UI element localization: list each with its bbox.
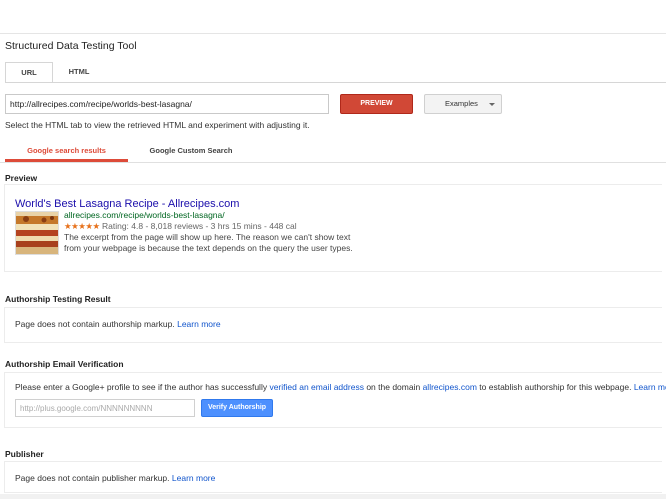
authorship-testing-heading: Authorship Testing Result (5, 294, 111, 304)
authorship-testing-message: Page does not contain authorship markup.… (15, 319, 221, 329)
verified-email-link[interactable]: verified an email address (269, 382, 364, 392)
result-title-link[interactable]: World's Best Lasagna Recipe - Allrecipes… (15, 198, 239, 210)
email-desc-before: Please enter a Google+ profile to see if… (15, 382, 268, 392)
page-title: Structured Data Testing Tool (5, 40, 137, 52)
email-desc-middle: on the domain (366, 382, 421, 392)
authorship-email-description: Please enter a Google+ profile to see if… (15, 382, 666, 392)
email-desc-after: to establish authorship for this webpage… (479, 382, 632, 392)
result-snippet: The excerpt from the page will show up h… (64, 232, 353, 253)
authorship-learn-more-link[interactable]: Learn more (177, 319, 220, 329)
top-divider (0, 33, 666, 34)
domain-link[interactable]: allrecipes.com (423, 382, 477, 392)
verify-authorship-button[interactable]: Verify Authorship (201, 399, 273, 417)
publisher-heading: Publisher (5, 449, 44, 459)
email-learn-more-link[interactable]: Learn more (634, 382, 666, 392)
tab-html[interactable]: HTML (55, 62, 103, 83)
tabs-divider (5, 82, 666, 83)
star-rating-icon: ★★★★★ (64, 221, 100, 231)
examples-dropdown[interactable]: Examples (424, 94, 502, 114)
preview-heading: Preview (5, 173, 38, 183)
chevron-down-icon (489, 103, 495, 106)
results-divider (0, 162, 666, 163)
bottom-bar (0, 494, 666, 499)
authorship-message-text: Page does not contain authorship markup. (15, 319, 175, 329)
hint-text: Select the HTML tab to view the retrieve… (5, 120, 310, 130)
publisher-learn-more-link[interactable]: Learn more (172, 473, 215, 483)
examples-label: Examples (445, 99, 478, 108)
preview-button[interactable]: PREVIEW (340, 94, 413, 114)
publisher-message-text: Page does not contain publisher markup. (15, 473, 170, 483)
url-input[interactable] (5, 94, 329, 114)
tab-google-custom-search[interactable]: Google Custom Search (136, 144, 246, 162)
publisher-message: Page does not contain publisher markup. … (15, 473, 215, 483)
authorship-email-heading: Authorship Email Verification (5, 359, 124, 369)
result-url: allrecipes.com/recipe/worlds-best-lasagn… (64, 210, 225, 220)
rating-text: Rating: 4.8 - 8,018 reviews - 3 hrs 15 m… (101, 221, 297, 231)
result-rating: ★★★★★ Rating: 4.8 - 8,018 reviews - 3 hr… (64, 221, 297, 232)
lasagna-thumbnail (15, 211, 59, 255)
google-plus-profile-input[interactable] (15, 399, 195, 417)
tab-url[interactable]: URL (5, 62, 53, 83)
